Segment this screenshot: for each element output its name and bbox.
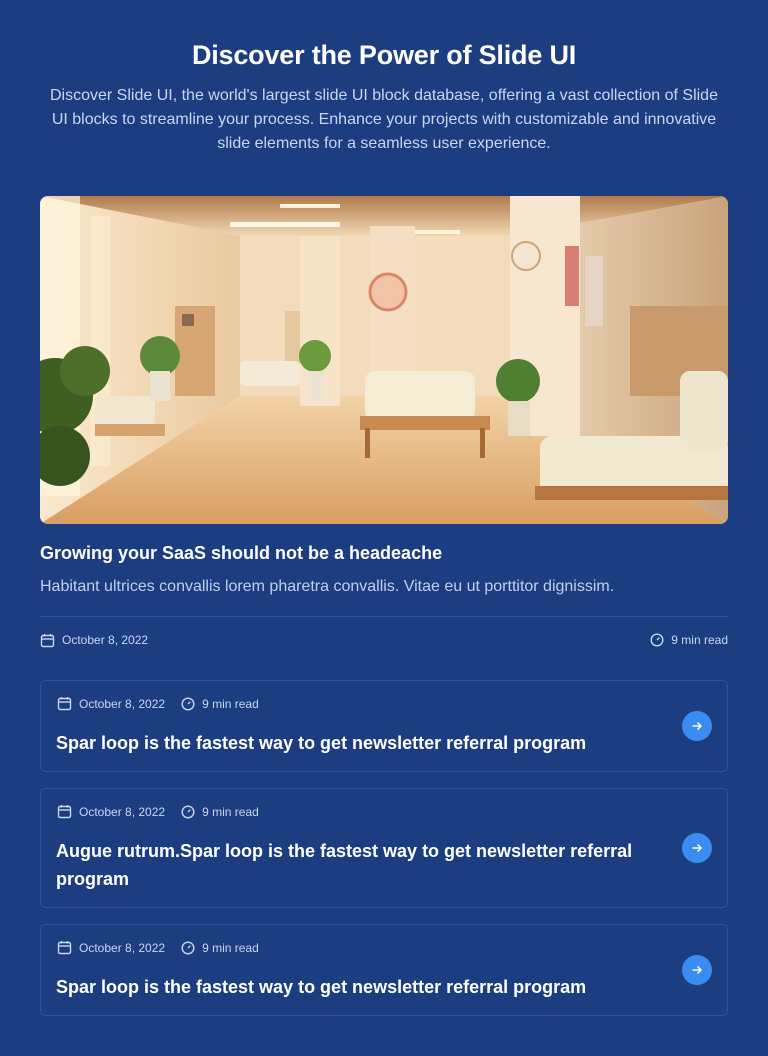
hero-title: Discover the Power of Slide UI <box>191 40 577 70</box>
post-card-title[interactable]: Spar loop is the fastest way to get news… <box>56 729 656 757</box>
post-card-read-time-text: 9 min read <box>202 804 259 819</box>
open-post-button[interactable] <box>682 955 712 985</box>
featured-post-title[interactable]: Growing your SaaS should not be a headea… <box>40 543 728 564</box>
post-card-date: October 8, 2022 <box>57 940 165 955</box>
post-card-read-time: 9 min read <box>181 941 259 955</box>
post-card[interactable]: October 8, 2022 9 min read Spar loop is … <box>40 924 728 1016</box>
post-card-read-time-text: 9 min read <box>202 940 259 955</box>
featured-image[interactable] <box>40 196 728 524</box>
featured-date-text: October 8, 2022 <box>62 633 149 647</box>
featured-post-excerpt: Habitant ultrices convallis lorem pharet… <box>40 578 615 595</box>
open-post-button[interactable] <box>682 711 712 741</box>
post-card-meta: October 8, 2022 9 min read <box>57 696 259 711</box>
hero-description: Discover Slide UI, the world's largest s… <box>50 87 718 152</box>
post-card[interactable]: October 8, 2022 9 min read Augue rutrum.… <box>40 788 728 908</box>
arrow-right-icon <box>690 841 704 855</box>
post-card-read-time-text: 9 min read <box>202 696 259 711</box>
post-card-meta: October 8, 2022 9 min read <box>57 804 259 819</box>
clock-icon <box>181 940 195 955</box>
calendar-icon <box>57 696 72 711</box>
calendar-icon <box>57 804 72 819</box>
clock-icon <box>181 804 195 819</box>
post-card-date: October 8, 2022 <box>57 804 165 819</box>
calendar-icon <box>40 633 55 648</box>
open-post-button[interactable] <box>682 833 712 863</box>
post-card-read-time: 9 min read <box>181 697 259 711</box>
arrow-right-icon <box>690 719 704 733</box>
featured-date: October 8, 2022 <box>40 633 148 648</box>
calendar-icon <box>57 940 72 955</box>
post-card-title[interactable]: Augue rutrum.Spar loop is the fastest wa… <box>56 837 656 893</box>
post-card-read-time: 9 min read <box>181 805 259 819</box>
featured-read-time: 9 min read <box>650 633 728 647</box>
post-card-date-text: October 8, 2022 <box>79 804 166 819</box>
post-card-date: October 8, 2022 <box>57 696 165 711</box>
clock-icon <box>181 696 195 711</box>
arrow-right-icon <box>690 963 704 977</box>
divider <box>40 616 728 617</box>
featured-read-time-text: 9 min read <box>671 633 728 647</box>
post-card-date-text: October 8, 2022 <box>79 940 166 955</box>
post-card-title[interactable]: Spar loop is the fastest way to get news… <box>56 973 656 1001</box>
featured-meta-row: October 8, 2022 9 min read <box>40 630 728 650</box>
post-card[interactable]: October 8, 2022 9 min read Spar loop is … <box>40 680 728 772</box>
post-card-date-text: October 8, 2022 <box>79 696 166 711</box>
page: Discover the Power of Slide UI Discover … <box>0 0 768 1056</box>
clock-icon <box>650 633 664 647</box>
post-card-meta: October 8, 2022 9 min read <box>57 940 259 955</box>
